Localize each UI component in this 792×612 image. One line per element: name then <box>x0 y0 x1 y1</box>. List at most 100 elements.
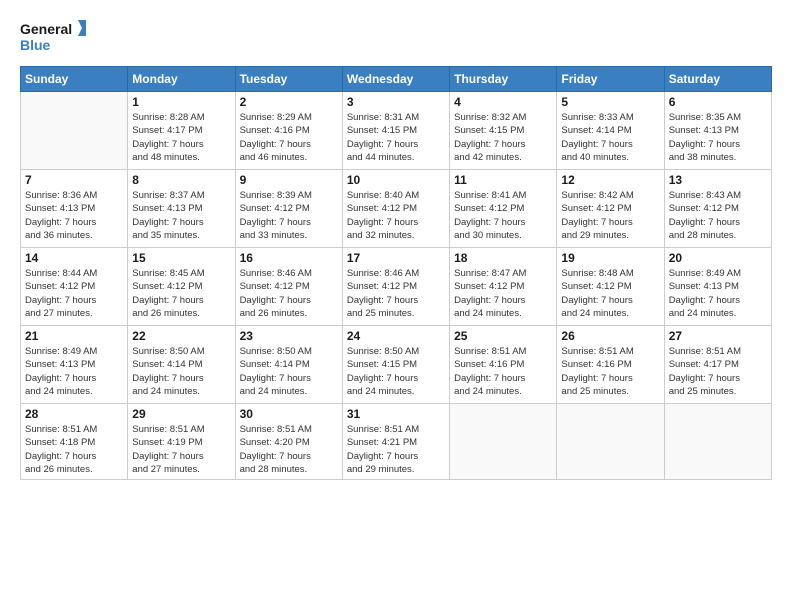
day-info: Sunrise: 8:29 AM Sunset: 4:16 PM Dayligh… <box>240 111 338 164</box>
calendar-cell: 3 Sunrise: 8:31 AM Sunset: 4:15 PM Daylig… <box>342 92 449 170</box>
calendar-cell: 2 Sunrise: 8:29 AM Sunset: 4:16 PM Daylig… <box>235 92 342 170</box>
day-number: 17 <box>347 251 445 265</box>
calendar-cell: 30 Sunrise: 8:51 AM Sunset: 4:20 PM Dayli… <box>235 404 342 480</box>
day-number: 11 <box>454 173 552 187</box>
calendar-cell: 20 Sunrise: 8:49 AM Sunset: 4:13 PM Dayli… <box>664 248 771 326</box>
calendar-cell: 6 Sunrise: 8:35 AM Sunset: 4:13 PM Daylig… <box>664 92 771 170</box>
calendar-cell: 23 Sunrise: 8:50 AM Sunset: 4:14 PM Dayli… <box>235 326 342 404</box>
logo: General Blue <box>20 18 90 56</box>
day-info: Sunrise: 8:48 AM Sunset: 4:12 PM Dayligh… <box>561 267 659 320</box>
calendar-cell: 31 Sunrise: 8:51 AM Sunset: 4:21 PM Dayli… <box>342 404 449 480</box>
day-info: Sunrise: 8:51 AM Sunset: 4:21 PM Dayligh… <box>347 423 445 476</box>
calendar-table: SundayMondayTuesdayWednesdayThursdayFrid… <box>20 66 772 480</box>
calendar-cell: 11 Sunrise: 8:41 AM Sunset: 4:12 PM Dayli… <box>450 170 557 248</box>
calendar-cell <box>664 404 771 480</box>
calendar-cell: 5 Sunrise: 8:33 AM Sunset: 4:14 PM Daylig… <box>557 92 664 170</box>
day-info: Sunrise: 8:47 AM Sunset: 4:12 PM Dayligh… <box>454 267 552 320</box>
day-number: 20 <box>669 251 767 265</box>
day-info: Sunrise: 8:51 AM Sunset: 4:20 PM Dayligh… <box>240 423 338 476</box>
week-row-4: 21Sunrise: 8:49 AM Sunset: 4:13 PM Dayli… <box>21 326 772 404</box>
day-info: Sunrise: 8:51 AM Sunset: 4:16 PM Dayligh… <box>454 345 552 398</box>
day-info: Sunrise: 8:50 AM Sunset: 4:15 PM Dayligh… <box>347 345 445 398</box>
calendar-cell: 21Sunrise: 8:49 AM Sunset: 4:13 PM Dayli… <box>21 326 128 404</box>
weekday-header-saturday: Saturday <box>664 67 771 92</box>
day-number: 5 <box>561 95 659 109</box>
day-info: Sunrise: 8:39 AM Sunset: 4:12 PM Dayligh… <box>240 189 338 242</box>
calendar-cell: 4 Sunrise: 8:32 AM Sunset: 4:15 PM Daylig… <box>450 92 557 170</box>
day-info: Sunrise: 8:46 AM Sunset: 4:12 PM Dayligh… <box>347 267 445 320</box>
day-number: 16 <box>240 251 338 265</box>
day-info: Sunrise: 8:37 AM Sunset: 4:13 PM Dayligh… <box>132 189 230 242</box>
day-number: 14 <box>25 251 123 265</box>
day-info: Sunrise: 8:40 AM Sunset: 4:12 PM Dayligh… <box>347 189 445 242</box>
day-number: 18 <box>454 251 552 265</box>
day-number: 24 <box>347 329 445 343</box>
day-number: 3 <box>347 95 445 109</box>
day-info: Sunrise: 8:32 AM Sunset: 4:15 PM Dayligh… <box>454 111 552 164</box>
day-info: Sunrise: 8:33 AM Sunset: 4:14 PM Dayligh… <box>561 111 659 164</box>
weekday-header-monday: Monday <box>128 67 235 92</box>
day-number: 7 <box>25 173 123 187</box>
calendar-cell: 22Sunrise: 8:50 AM Sunset: 4:14 PM Dayli… <box>128 326 235 404</box>
calendar-cell: 10 Sunrise: 8:40 AM Sunset: 4:12 PM Dayli… <box>342 170 449 248</box>
svg-text:Blue: Blue <box>20 37 51 53</box>
day-number: 12 <box>561 173 659 187</box>
day-number: 2 <box>240 95 338 109</box>
day-number: 29 <box>132 407 230 421</box>
week-row-2: 7 Sunrise: 8:36 AM Sunset: 4:13 PM Daylig… <box>21 170 772 248</box>
calendar-cell: 18 Sunrise: 8:47 AM Sunset: 4:12 PM Dayli… <box>450 248 557 326</box>
weekday-header-row: SundayMondayTuesdayWednesdayThursdayFrid… <box>21 67 772 92</box>
day-number: 31 <box>347 407 445 421</box>
weekday-header-wednesday: Wednesday <box>342 67 449 92</box>
weekday-header-thursday: Thursday <box>450 67 557 92</box>
day-info: Sunrise: 8:42 AM Sunset: 4:12 PM Dayligh… <box>561 189 659 242</box>
calendar-cell: 26Sunrise: 8:51 AM Sunset: 4:16 PM Dayli… <box>557 326 664 404</box>
calendar-cell: 19 Sunrise: 8:48 AM Sunset: 4:12 PM Dayli… <box>557 248 664 326</box>
day-info: Sunrise: 8:51 AM Sunset: 4:17 PM Dayligh… <box>669 345 767 398</box>
day-number: 6 <box>669 95 767 109</box>
day-info: Sunrise: 8:51 AM Sunset: 4:19 PM Dayligh… <box>132 423 230 476</box>
day-number: 26 <box>561 329 659 343</box>
calendar-cell: 9Sunrise: 8:39 AM Sunset: 4:12 PM Daylig… <box>235 170 342 248</box>
calendar-cell: 25 Sunrise: 8:51 AM Sunset: 4:16 PM Dayli… <box>450 326 557 404</box>
weekday-header-tuesday: Tuesday <box>235 67 342 92</box>
calendar-cell: 7 Sunrise: 8:36 AM Sunset: 4:13 PM Daylig… <box>21 170 128 248</box>
day-info: Sunrise: 8:45 AM Sunset: 4:12 PM Dayligh… <box>132 267 230 320</box>
calendar-page: General Blue SundayMondayTuesdayWednesda… <box>0 0 792 612</box>
calendar-cell: 24 Sunrise: 8:50 AM Sunset: 4:15 PM Dayli… <box>342 326 449 404</box>
day-info: Sunrise: 8:36 AM Sunset: 4:13 PM Dayligh… <box>25 189 123 242</box>
day-info: Sunrise: 8:43 AM Sunset: 4:12 PM Dayligh… <box>669 189 767 242</box>
day-info: Sunrise: 8:46 AM Sunset: 4:12 PM Dayligh… <box>240 267 338 320</box>
logo-icon: General Blue <box>20 18 90 56</box>
weekday-header-sunday: Sunday <box>21 67 128 92</box>
calendar-cell: 14Sunrise: 8:44 AM Sunset: 4:12 PM Dayli… <box>21 248 128 326</box>
week-row-3: 14Sunrise: 8:44 AM Sunset: 4:12 PM Dayli… <box>21 248 772 326</box>
day-info: Sunrise: 8:49 AM Sunset: 4:13 PM Dayligh… <box>669 267 767 320</box>
calendar-cell: 12 Sunrise: 8:42 AM Sunset: 4:12 PM Dayli… <box>557 170 664 248</box>
day-number: 15 <box>132 251 230 265</box>
day-number: 30 <box>240 407 338 421</box>
day-number: 25 <box>454 329 552 343</box>
calendar-cell: 15 Sunrise: 8:45 AM Sunset: 4:12 PM Dayli… <box>128 248 235 326</box>
calendar-cell: 13Sunrise: 8:43 AM Sunset: 4:12 PM Dayli… <box>664 170 771 248</box>
day-number: 28 <box>25 407 123 421</box>
day-number: 23 <box>240 329 338 343</box>
week-row-1: 1 Sunrise: 8:28 AM Sunset: 4:17 PM Daylig… <box>21 92 772 170</box>
day-number: 21 <box>25 329 123 343</box>
day-number: 1 <box>132 95 230 109</box>
svg-text:General: General <box>20 21 72 37</box>
header: General Blue <box>20 18 772 56</box>
day-info: Sunrise: 8:35 AM Sunset: 4:13 PM Dayligh… <box>669 111 767 164</box>
day-info: Sunrise: 8:50 AM Sunset: 4:14 PM Dayligh… <box>240 345 338 398</box>
day-number: 10 <box>347 173 445 187</box>
day-info: Sunrise: 8:41 AM Sunset: 4:12 PM Dayligh… <box>454 189 552 242</box>
day-info: Sunrise: 8:31 AM Sunset: 4:15 PM Dayligh… <box>347 111 445 164</box>
calendar-cell <box>450 404 557 480</box>
day-info: Sunrise: 8:50 AM Sunset: 4:14 PM Dayligh… <box>132 345 230 398</box>
calendar-cell: 28Sunrise: 8:51 AM Sunset: 4:18 PM Dayli… <box>21 404 128 480</box>
day-number: 19 <box>561 251 659 265</box>
week-row-5: 28Sunrise: 8:51 AM Sunset: 4:18 PM Dayli… <box>21 404 772 480</box>
calendar-cell <box>21 92 128 170</box>
day-info: Sunrise: 8:28 AM Sunset: 4:17 PM Dayligh… <box>132 111 230 164</box>
day-number: 4 <box>454 95 552 109</box>
